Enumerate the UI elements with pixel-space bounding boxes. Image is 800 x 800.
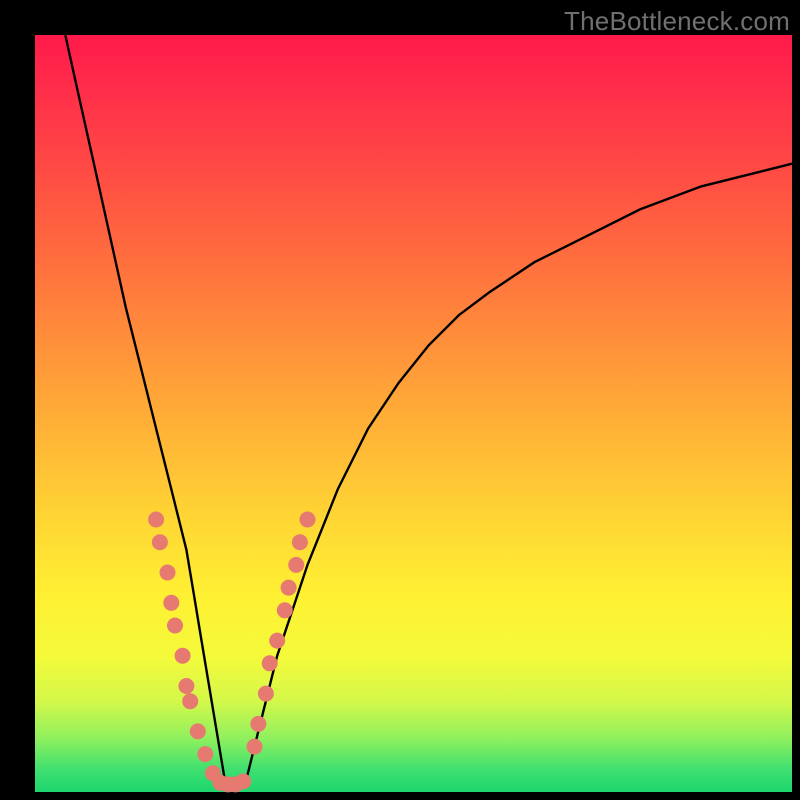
data-marker	[182, 693, 198, 709]
data-marker	[190, 723, 206, 739]
data-marker	[163, 595, 179, 611]
data-marker	[167, 618, 183, 634]
data-marker	[148, 512, 164, 528]
data-marker	[178, 678, 194, 694]
plot-area	[35, 35, 792, 792]
curve-layer	[35, 35, 792, 792]
data-marker	[175, 648, 191, 664]
data-marker	[281, 580, 297, 596]
data-marker	[288, 557, 304, 573]
data-marker	[247, 739, 263, 755]
data-marker	[235, 773, 251, 789]
data-marker	[197, 746, 213, 762]
data-marker	[152, 534, 168, 550]
chart-frame: TheBottleneck.com	[0, 0, 800, 800]
data-marker	[269, 633, 285, 649]
data-marker	[160, 565, 176, 581]
data-marker	[300, 512, 316, 528]
marker-group	[148, 512, 315, 793]
watermark-text: TheBottleneck.com	[564, 6, 790, 37]
data-marker	[250, 716, 266, 732]
bottleneck-curve	[65, 35, 792, 784]
data-marker	[262, 655, 278, 671]
data-marker	[292, 534, 308, 550]
data-marker	[277, 602, 293, 618]
data-marker	[258, 686, 274, 702]
